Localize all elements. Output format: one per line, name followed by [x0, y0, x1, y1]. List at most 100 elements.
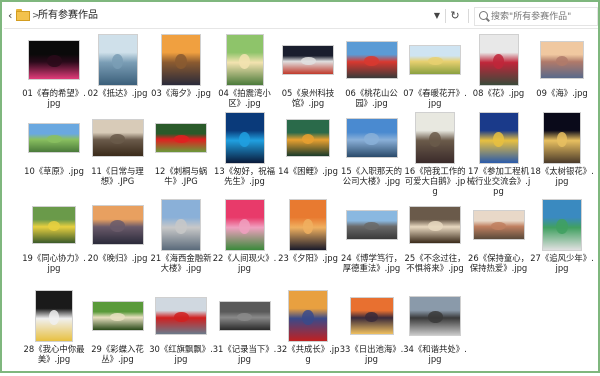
file-name: 20《晚归》.jpg — [87, 253, 148, 263]
refresh-icon[interactable]: ↻ — [448, 8, 462, 24]
file-item[interactable]: 17《参加工程机械行业交流会》.jpg — [467, 112, 531, 198]
photo-thumbnail — [225, 34, 264, 86]
file-item[interactable]: 12《刺桐与蜗牛》.JPG — [149, 112, 213, 198]
photo-thumbnail — [289, 199, 327, 251]
file-name: 07《春暖花开》.jpg — [403, 88, 467, 108]
file-name: 13《匆好，祝福先生》.jpg — [214, 166, 275, 186]
file-thumbnail — [536, 34, 588, 86]
file-item[interactable]: 29《彩蝶入花丛》.jpg — [86, 290, 150, 376]
file-item[interactable]: 21《海西金融新大楼》.jpg — [149, 199, 213, 285]
file-item[interactable]: 06《桃花山公园》.jpg — [340, 34, 404, 120]
file-item[interactable]: 24《博学笃行，厚德重法》.jpg — [340, 199, 404, 285]
file-item[interactable]: 18《太树银花》.jpg — [530, 112, 594, 198]
file-thumbnail — [346, 290, 398, 342]
photo-thumbnail — [91, 301, 144, 331]
photo-thumbnail — [224, 112, 265, 164]
file-thumbnail — [536, 112, 588, 164]
file-item[interactable]: 27《追风少年》.jpg — [530, 199, 594, 285]
file-thumbnail — [91, 290, 144, 342]
photo-thumbnail — [224, 199, 265, 251]
file-item[interactable]: 25《不念过往，不惧将来》.jpg — [403, 199, 467, 285]
divider — [468, 9, 469, 23]
file-item[interactable]: 14《困鲤》.jpg — [276, 112, 340, 198]
file-item[interactable]: 02《抵达》.jpg — [86, 34, 150, 120]
file-name: 11《日常与理想》.JPG — [91, 166, 144, 186]
file-item[interactable]: 03《海夕》.jpg — [149, 34, 213, 120]
photo-thumbnail — [161, 34, 201, 86]
photo-thumbnail — [345, 118, 398, 158]
file-item[interactable]: 07《春暖花开》.jpg — [403, 34, 467, 120]
file-name: 17《参加工程机械行业交流会》.jpg — [466, 166, 531, 196]
chevron-down-icon[interactable]: ▼ — [431, 8, 443, 24]
file-thumbnail — [91, 112, 144, 164]
file-item[interactable]: 23《夕阳》.jpg — [276, 199, 340, 285]
file-name: 30《红旗飘飘》.jpg — [149, 344, 213, 364]
file-item[interactable]: 20《晚归》.jpg — [86, 199, 150, 285]
file-name: 09《海》.jpg — [536, 88, 588, 98]
explorer-window: ‹ > 所有参赛作品 ▼ ↻ 01《春的希望》.jpg02《抵达》.jpg03《… — [0, 0, 600, 373]
file-item[interactable]: 08《花》.jpg — [467, 34, 531, 120]
file-thumbnail — [28, 112, 80, 164]
file-name: 28《我心中你最美》.jpg — [23, 344, 85, 364]
file-item[interactable]: 19《同心协力》.jpg — [22, 199, 86, 285]
file-name: 27《追风少年》.jpg — [530, 253, 594, 273]
file-thumbnail — [473, 34, 525, 86]
file-name: 16《陪我工作的可爱大白鹅》.jpg — [404, 166, 466, 196]
file-thumbnail — [28, 199, 80, 251]
photo-thumbnail — [409, 45, 461, 75]
file-item[interactable]: 34《和谐共处》.jpg — [403, 290, 467, 376]
photo-thumbnail — [32, 206, 76, 244]
photo-thumbnail — [91, 205, 144, 245]
breadcrumb[interactable]: 所有参赛作品 — [38, 8, 98, 24]
file-thumbnail — [92, 34, 144, 86]
file-thumbnail — [472, 199, 525, 251]
file-thumbnail — [218, 290, 271, 342]
file-item[interactable]: 30《红旗飘飘》.jpg — [149, 290, 213, 376]
file-thumbnail — [155, 199, 207, 251]
file-name: 31《记录当下》.jpg — [212, 344, 277, 364]
folder-icon — [16, 9, 30, 21]
photo-thumbnail — [478, 34, 519, 86]
file-thumbnail — [91, 199, 144, 251]
file-name: 26《保持童心，保持热爱》.jpg — [468, 253, 529, 273]
file-name: 32《共成长》.jpg — [276, 344, 340, 364]
search-input[interactable] — [491, 9, 595, 24]
file-item[interactable]: 05《泉州科技馆》.jpg — [276, 34, 340, 120]
file-thumbnail — [282, 34, 334, 86]
photo-thumbnail — [409, 206, 461, 244]
file-item[interactable]: 01《春的希望》.jpg — [22, 34, 86, 120]
file-thumbnail — [282, 199, 334, 251]
file-item[interactable]: 33《日出池海》.jpg — [340, 290, 404, 376]
photo-thumbnail — [286, 119, 330, 157]
file-thumbnail — [409, 112, 461, 164]
file-name: 19《同心协力》.jpg — [22, 253, 86, 273]
file-thumbnail — [219, 34, 271, 86]
file-name: 23《夕阳》.jpg — [278, 253, 338, 263]
file-item[interactable]: 26《保持童心，保持热爱》.jpg — [467, 199, 531, 285]
file-item[interactable]: 31《记录当下》.jpg — [213, 290, 277, 376]
file-thumbnail — [155, 112, 207, 164]
file-name: 33《日出池海》.jpg — [339, 344, 404, 364]
file-name: 24《博学笃行，厚德重法》.jpg — [341, 253, 402, 273]
file-item[interactable]: 32《共成长》.jpg — [276, 290, 340, 376]
photo-thumbnail — [218, 301, 271, 331]
file-item[interactable]: 11《日常与理想》.JPG — [86, 112, 150, 198]
photo-thumbnail — [472, 210, 525, 240]
file-thumbnail — [473, 112, 525, 164]
file-item[interactable]: 15《入职那天的公司大楼》.jpg — [340, 112, 404, 198]
search-box[interactable] — [474, 7, 598, 26]
file-name: 21《海西金融新大楼》.jpg — [150, 253, 212, 273]
file-item[interactable]: 09《海》.jpg — [530, 34, 594, 120]
file-item[interactable]: 16《陪我工作的可爱大白鹅》.jpg — [403, 112, 467, 198]
file-thumbnail — [536, 199, 588, 251]
photo-thumbnail — [415, 112, 455, 164]
address-bar[interactable]: ‹ > 所有参赛作品 ▼ ↻ — [4, 4, 598, 28]
file-item[interactable]: 22《人间现火》.jpg — [213, 199, 277, 285]
file-item[interactable]: 10《草原》.jpg — [22, 112, 86, 198]
file-name: 14《困鲤》.jpg — [278, 166, 338, 176]
file-item[interactable]: 04《拍震湾小区》.jpg — [213, 34, 277, 120]
photo-thumbnail — [349, 297, 394, 335]
file-name: 10《草原》.jpg — [24, 166, 84, 176]
file-item[interactable]: 13《匆好，祝福先生》.jpg — [213, 112, 277, 198]
file-item[interactable]: 28《我心中你最美》.jpg — [22, 290, 86, 376]
